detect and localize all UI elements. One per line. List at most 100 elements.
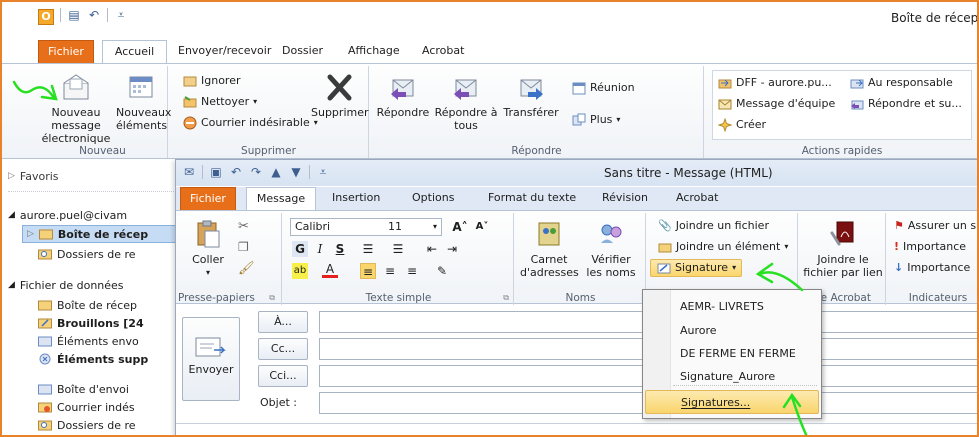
to-button[interactable]: À... xyxy=(258,311,308,333)
quickstep-team-email[interactable]: Message d'équipe xyxy=(718,95,835,113)
tab-file[interactable]: Fichier xyxy=(38,40,94,64)
up-arrow-icon[interactable]: ▲ xyxy=(269,165,283,179)
reply-button[interactable]: Répondre xyxy=(372,72,434,119)
quickstep-create[interactable]: Créer xyxy=(718,116,766,134)
ignore-button[interactable]: Ignorer xyxy=(183,72,241,90)
group-names: Carnet d'adresses Vérifier les noms Noms xyxy=(516,213,646,305)
align-right-icon[interactable]: ≡ xyxy=(404,263,420,279)
nav-outbox[interactable]: Boîte d'envoi xyxy=(38,380,129,398)
dialog-launcher-icon[interactable]: ⧉ xyxy=(503,293,509,303)
nav-account[interactable]: ◢ aurore.puel@civam xyxy=(8,206,127,224)
undo-icon[interactable]: ↶ xyxy=(229,165,243,179)
attach-file-button[interactable]: 📎 Joindre un fichier xyxy=(658,217,769,235)
numbering-icon[interactable]: ☰ xyxy=(390,241,406,257)
signature-item-de-ferme-en-ferme[interactable]: DE FERME EN FERME xyxy=(680,347,796,360)
new-email-button[interactable]: Nouveau message électronique xyxy=(40,72,112,145)
nav-junk[interactable]: Courrier indés xyxy=(38,398,135,416)
nav-inbox[interactable]: ▷ Boîte de récep xyxy=(22,225,182,243)
quickstep-reply-delete[interactable]: Répondre et su... xyxy=(850,95,962,113)
underline-icon[interactable]: S xyxy=(332,241,348,257)
compose-tab-file[interactable]: Fichier xyxy=(180,187,236,211)
nav-search-folders[interactable]: Dossiers de re xyxy=(38,245,136,263)
save-icon[interactable]: ▣ xyxy=(209,165,223,179)
customize-qat-icon[interactable]: ⩡ xyxy=(316,165,330,179)
italic-icon[interactable]: I xyxy=(312,241,328,257)
nav-df-search[interactable]: Dossiers de re xyxy=(38,416,136,434)
low-importance-button[interactable]: ↓ Importance xyxy=(894,259,970,277)
align-left-icon[interactable]: ≡ xyxy=(360,263,376,279)
quickstep-dff-label: DFF - aurore.pu... xyxy=(736,76,832,89)
undo-icon[interactable]: ↶ xyxy=(87,8,101,22)
high-importance-button[interactable]: ! Importance xyxy=(894,238,966,256)
manage-signatures-item[interactable]: Signatures... xyxy=(645,390,819,414)
copy-icon[interactable]: ❐ xyxy=(238,240,249,254)
nav-drafts[interactable]: Brouillons [24 xyxy=(38,314,144,332)
compose-tab-options[interactable]: Options xyxy=(404,187,462,211)
tab-send-receive[interactable]: Envoyer/recevoir xyxy=(170,40,279,64)
signature-dropdown-menu: AEMR- LIVRETS Aurore DE FERME EN FERME S… xyxy=(642,289,822,419)
increase-indent-icon[interactable]: ⇥ xyxy=(444,241,460,257)
outbox-icon xyxy=(38,384,52,395)
quickstep-to-manager[interactable]: Au responsable xyxy=(850,74,953,92)
send-receive-icon[interactable]: ▤ xyxy=(67,8,81,22)
grow-font-icon[interactable]: A˄ xyxy=(452,219,468,235)
signature-item-aemr-livrets[interactable]: AEMR- LIVRETS xyxy=(680,300,764,313)
tab-folder[interactable]: Dossier xyxy=(274,40,331,64)
nav-sent[interactable]: Éléments envo xyxy=(38,332,139,350)
cut-icon[interactable]: ✂ xyxy=(238,219,249,234)
bold-icon[interactable]: G xyxy=(292,241,308,257)
nav-data-file[interactable]: ◢ Fichier de données xyxy=(8,276,124,294)
compose-tab-review[interactable]: Révision xyxy=(594,187,656,211)
attach-by-link-button[interactable]: Joindre le fichier par lien xyxy=(802,219,884,279)
reply-all-button[interactable]: Répondre à tous xyxy=(434,72,498,132)
compose-tab-acrobat[interactable]: Acrobat xyxy=(668,187,726,211)
highlight-icon[interactable]: ab xyxy=(292,263,308,279)
align-center-icon[interactable]: ≡ xyxy=(382,263,398,279)
down-arrow-icon[interactable]: ▼ xyxy=(289,165,303,179)
font-color-icon[interactable]: A xyxy=(322,263,338,278)
message-app-icon[interactable]: ✉ xyxy=(182,165,196,179)
new-items-button[interactable]: Nouveaux éléments xyxy=(116,72,171,132)
follow-up-button[interactable]: ⚑ Assurer un s xyxy=(894,217,976,235)
quickstep-dff[interactable]: DFF - aurore.pu... xyxy=(718,74,832,92)
more-button[interactable]: Plus ▾ xyxy=(572,111,620,129)
group-basic-text: Calibri▾ 11▾ A˄ A˅ G I S ☰ ☰ ⇤ ⇥ ab A ≡ … xyxy=(284,213,514,305)
tab-home[interactable]: Accueil xyxy=(102,40,167,64)
outlook-app-icon[interactable]: O xyxy=(38,9,54,25)
address-book-icon xyxy=(538,222,560,246)
delete-button[interactable]: Supprimer xyxy=(311,72,369,119)
tab-acrobat[interactable]: Acrobat xyxy=(414,40,472,64)
compose-tab-insert[interactable]: Insertion xyxy=(324,187,388,211)
check-names-button[interactable]: Vérifier les noms xyxy=(582,219,640,279)
clean-up-button[interactable]: Nettoyer ▾ xyxy=(183,93,257,111)
nav-favorites[interactable]: ▷ Favoris xyxy=(8,167,59,185)
compose-tab-format-text[interactable]: Format du texte xyxy=(480,187,584,211)
signature-item-signature-aurore[interactable]: Signature_Aurore xyxy=(680,370,775,383)
bullets-icon[interactable]: ☰ xyxy=(360,241,376,257)
address-book-button[interactable]: Carnet d'adresses xyxy=(520,219,579,279)
paste-button[interactable]: Coller ▾ xyxy=(188,219,228,279)
signature-button[interactable]: Signature ▾ xyxy=(650,259,742,277)
junk-button[interactable]: Courrier indésirable ▾ xyxy=(183,114,318,132)
customize-qat-icon[interactable]: ⩡ xyxy=(114,8,128,22)
forward-button[interactable]: Transférer xyxy=(498,72,564,119)
nav-deleted[interactable]: Éléments supp xyxy=(38,350,148,368)
cc-button[interactable]: Cc... xyxy=(258,338,308,360)
tab-view[interactable]: Affichage xyxy=(340,40,408,64)
redo-icon[interactable]: ↷ xyxy=(249,165,263,179)
dialog-launcher-icon[interactable]: ⧉ xyxy=(269,293,275,303)
attach-item-button[interactable]: Joindre un élément ▾ xyxy=(658,238,788,256)
meeting-button[interactable]: Réunion xyxy=(572,79,635,97)
signature-item-aurore[interactable]: Aurore xyxy=(680,324,717,337)
decrease-indent-icon[interactable]: ⇤ xyxy=(424,241,440,257)
separator xyxy=(8,191,176,192)
nav-df-inbox[interactable]: Boîte de récep xyxy=(38,296,137,314)
bcc-button[interactable]: Cci... xyxy=(258,365,308,387)
format-painter-icon[interactable]: 🖌 xyxy=(238,261,255,276)
shrink-font-icon[interactable]: A˅ xyxy=(474,219,490,235)
font-size-select[interactable]: 11 ▾ xyxy=(384,218,442,236)
attach-item-label: Joindre un élément xyxy=(676,240,781,253)
spelling-icon[interactable]: ✎ xyxy=(434,263,450,279)
compose-tab-message[interactable]: Message xyxy=(246,187,316,211)
send-button[interactable]: Envoyer xyxy=(182,317,240,401)
